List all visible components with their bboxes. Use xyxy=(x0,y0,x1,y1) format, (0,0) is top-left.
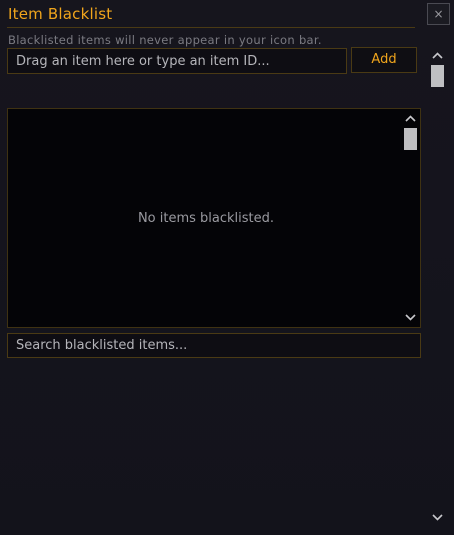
title-divider xyxy=(7,27,415,28)
item-id-input[interactable]: Drag an item here or type an item ID... xyxy=(7,48,347,74)
window-scroll-thumb[interactable] xyxy=(431,65,444,87)
subtitle-text: Blacklisted items will never appear in y… xyxy=(8,33,322,47)
list-scroll-thumb[interactable] xyxy=(404,128,417,150)
search-input[interactable]: Search blacklisted items... xyxy=(7,333,421,358)
window-title: Item Blacklist xyxy=(8,5,113,23)
window-scroll-up-icon[interactable] xyxy=(431,51,444,63)
close-button[interactable]: × xyxy=(427,3,450,25)
blacklist-panel: No items blacklisted. xyxy=(7,108,421,328)
empty-state-text: No items blacklisted. xyxy=(137,211,275,226)
window-scroll-down-icon[interactable] xyxy=(431,513,444,525)
list-scroll-down-icon[interactable] xyxy=(404,313,417,325)
add-button[interactable]: Add xyxy=(351,47,417,73)
list-scroll-up-icon[interactable] xyxy=(404,114,417,126)
